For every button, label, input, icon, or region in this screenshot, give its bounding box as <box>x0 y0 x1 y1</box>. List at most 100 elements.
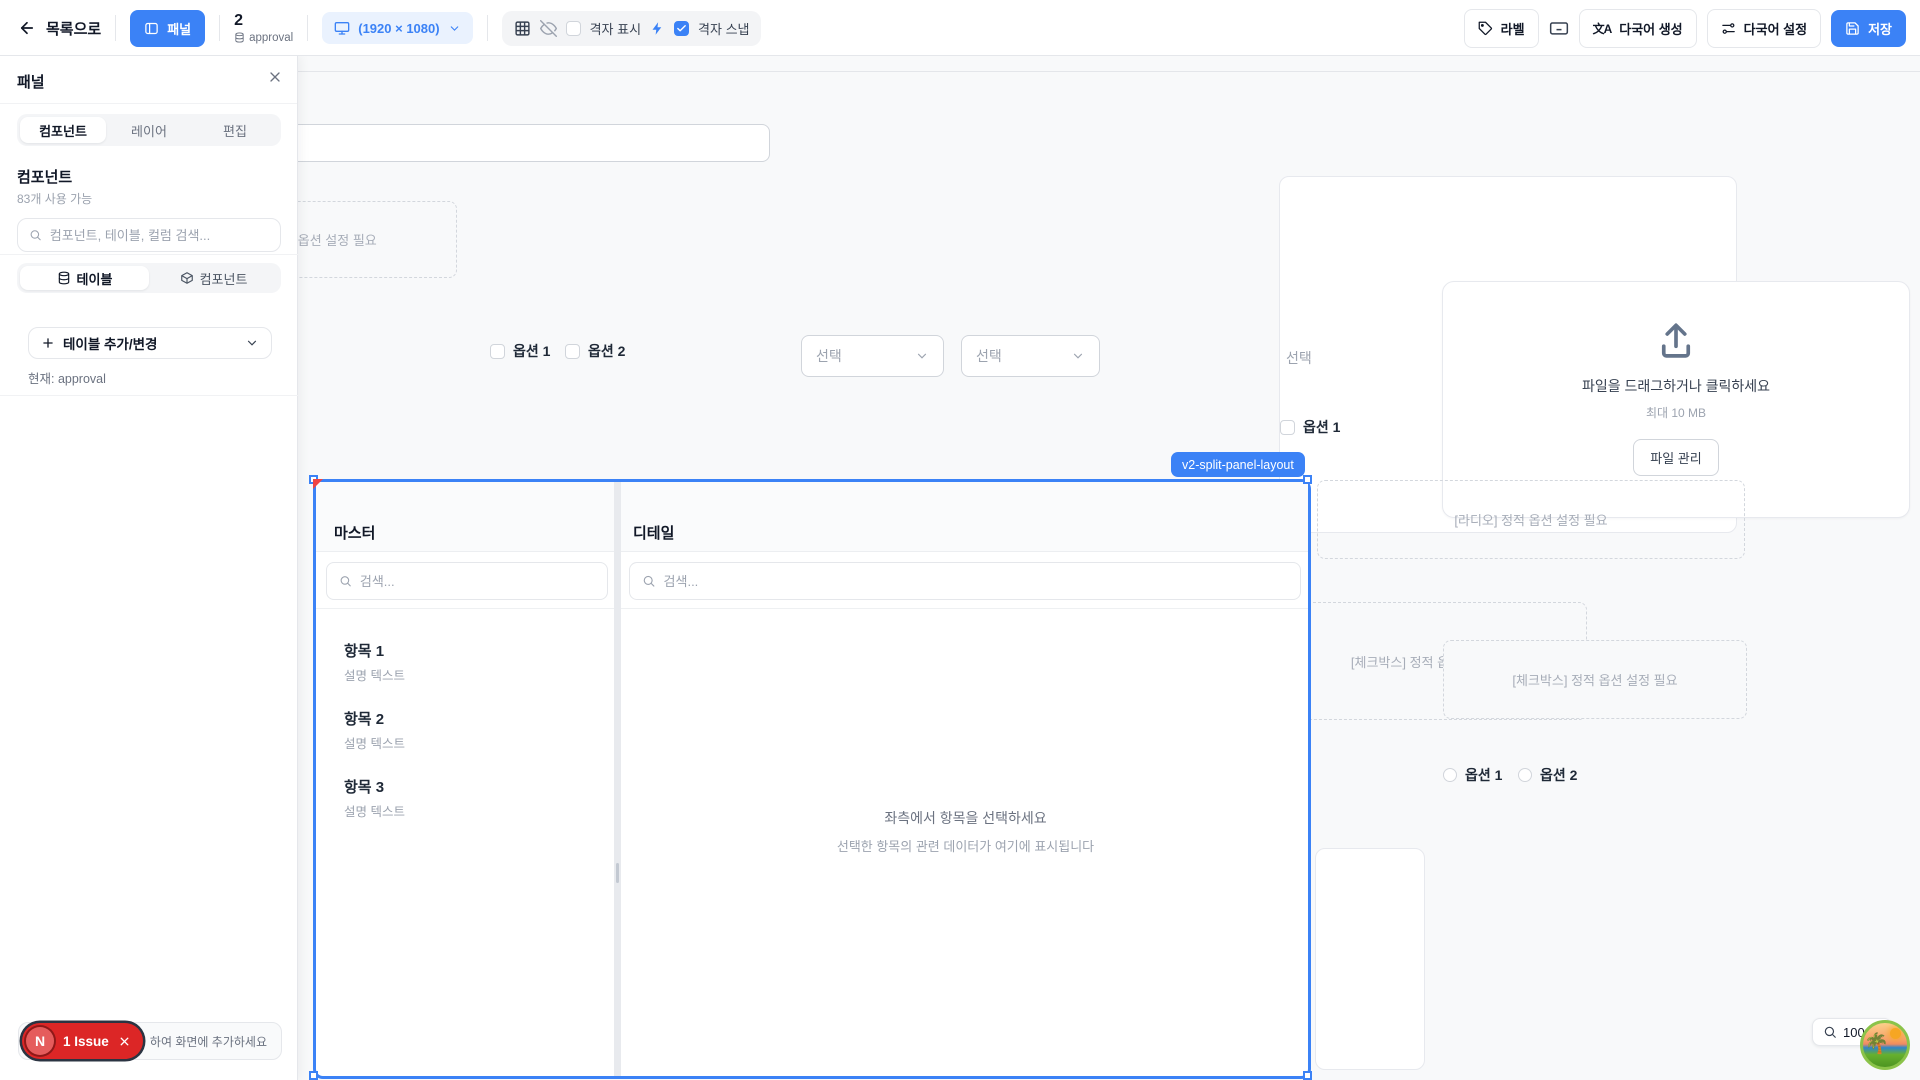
placeholder-text: [라디오] 정적 옵션 설정 필요 <box>1454 510 1607 529</box>
master-search-field[interactable] <box>360 574 595 589</box>
chevron-down-icon <box>1071 349 1085 363</box>
drag-hint-text: 하여 화면에 추가하세요 <box>150 1033 267 1050</box>
canvas-placeholder-box-checkbox-b[interactable]: [체크박스] 정적 옵션 설정 필요 <box>1443 640 1747 719</box>
divider <box>316 608 614 609</box>
separator <box>487 15 488 41</box>
radio-circle-icon[interactable] <box>1518 768 1532 782</box>
canvas-select-text[interactable]: 선택 <box>1286 348 1312 368</box>
translate-icon: 文A <box>1593 20 1612 37</box>
split-panel-component[interactable]: 마스터 항목 1 설명 텍스트 항목 2 설명 텍스트 항목 3 설명 텍스트 … <box>313 479 1311 1079</box>
canvas-radio-option1[interactable]: 옵션 1 <box>1443 765 1502 785</box>
chevron-down-icon <box>448 22 461 35</box>
back-to-list-button[interactable]: 목록으로 <box>18 18 101 39</box>
save-icon <box>1845 21 1860 36</box>
checkbox-label: 옵션 2 <box>588 341 625 361</box>
separator <box>115 15 116 41</box>
search-icon <box>339 574 352 588</box>
separator <box>307 15 308 41</box>
master-list-item[interactable]: 항목 2 설명 텍스트 <box>344 708 405 752</box>
checkbox-box-icon[interactable] <box>490 344 505 359</box>
select-placeholder: 선택 <box>816 346 842 366</box>
radio-circle-icon[interactable] <box>1443 768 1457 782</box>
panel-toggle-button[interactable]: 패널 <box>130 10 205 47</box>
panel-tabs: 컴포넌트 레이어 편집 <box>17 114 281 146</box>
close-icon[interactable] <box>267 69 283 85</box>
save-button-label: 저장 <box>1868 19 1892 38</box>
add-table-label: 테이블 추가/변경 <box>63 333 237 353</box>
master-search-input[interactable] <box>326 562 608 600</box>
i18n-settings-label: 다국어 설정 <box>1744 19 1807 38</box>
label-button[interactable]: 라벨 <box>1464 9 1539 48</box>
component-search-field[interactable] <box>50 228 269 243</box>
source-toggle: 테이블 컴포넌트 <box>17 263 281 293</box>
toggle-component[interactable]: 컴포넌트 <box>149 266 278 290</box>
detail-search-input[interactable] <box>629 562 1301 600</box>
selection-handle[interactable] <box>1303 475 1312 484</box>
grid-icon <box>514 20 531 37</box>
upload-title: 파일을 드래그하거나 클릭하세요 <box>1582 376 1770 396</box>
issue-flag-marker <box>313 479 323 489</box>
canvas-radio-option2[interactable]: 옵션 2 <box>1518 765 1577 785</box>
add-table-dropdown[interactable]: 테이블 추가/변경 <box>28 327 272 359</box>
toolbar: 목록으로 패널 2 approval (1920 × 1080) <box>0 0 1920 56</box>
grid-snap-checkbox[interactable] <box>674 21 689 36</box>
tab-layers[interactable]: 레이어 <box>106 117 192 143</box>
master-list-item[interactable]: 항목 1 설명 텍스트 <box>344 640 405 684</box>
sun-icon <box>1890 1028 1901 1039</box>
save-button[interactable]: 저장 <box>1831 10 1906 47</box>
item-desc: 설명 텍스트 <box>344 801 405 820</box>
selection-handle[interactable] <box>1303 1071 1312 1080</box>
component-search-input[interactable] <box>17 218 281 252</box>
tab-edit[interactable]: 편집 <box>192 117 278 143</box>
canvas-select-1[interactable]: 선택 <box>801 335 944 377</box>
checkbox-box-icon[interactable] <box>1280 420 1295 435</box>
resizer-grip-icon <box>616 863 619 883</box>
canvas-checkbox-option2[interactable]: 옵션 2 <box>565 341 625 361</box>
palm-tree-icon: 🌴 <box>1864 1031 1889 1056</box>
toggle-table[interactable]: 테이블 <box>20 266 149 290</box>
selection-handle[interactable] <box>309 1071 318 1080</box>
grid-show-checkbox[interactable] <box>566 21 581 36</box>
arrow-left-icon <box>18 19 36 37</box>
i18n-settings-button[interactable]: 다국어 설정 <box>1707 9 1821 48</box>
checkbox-label: 옵션 1 <box>1303 417 1340 437</box>
canvas-single-checkbox[interactable]: 옵션 1 <box>1280 417 1340 437</box>
close-icon[interactable] <box>118 1035 131 1048</box>
tag-icon <box>1478 21 1493 36</box>
components-panel: 패널 컴포넌트 레이어 편집 컴포넌트 83개 사용 가능 테이블 컴포넌트 <box>0 56 298 1080</box>
placeholder-text: [체크박스] 정적 옵션 설정 필요 <box>1512 670 1677 689</box>
box-icon <box>180 271 194 285</box>
panel-icon <box>144 21 159 36</box>
grid-controls: 격자 표시 격자 스냅 <box>502 11 762 46</box>
detail-header <box>621 482 1308 552</box>
file-manage-button[interactable]: 파일 관리 <box>1633 439 1718 476</box>
checkbox-box-icon[interactable] <box>565 344 580 359</box>
detail-search-field[interactable] <box>664 574 1288 589</box>
canvas-placeholder-box-radio[interactable]: [라디오] 정적 옵션 설정 필요 <box>1317 480 1745 559</box>
island-avatar[interactable]: 🌴 <box>1860 1020 1910 1070</box>
item-desc: 설명 텍스트 <box>344 665 405 684</box>
separator <box>219 15 220 41</box>
master-list-item[interactable]: 항목 3 설명 텍스트 <box>344 776 405 820</box>
canvas-select-2[interactable]: 선택 <box>961 335 1100 377</box>
keyboard-shortcuts-button[interactable] <box>1549 18 1569 38</box>
i18n-generate-button[interactable]: 文A 다국어 생성 <box>1579 9 1697 48</box>
table-name: approval <box>249 32 293 44</box>
issue-badge[interactable]: N 1 Issue <box>22 1023 143 1059</box>
panel-title: 패널 <box>17 71 45 92</box>
canvas-narrow-card[interactable] <box>1315 848 1425 1070</box>
tab-components[interactable]: 컴포넌트 <box>20 117 106 143</box>
lightning-icon <box>650 21 665 36</box>
item-title: 항목 1 <box>344 640 405 661</box>
section-title: 컴포넌트 <box>17 166 72 187</box>
viewport-size-dropdown[interactable]: (1920 × 1080) <box>322 12 472 44</box>
canvas-checkbox-option1[interactable]: 옵션 1 <box>490 341 550 361</box>
database-icon <box>57 271 71 285</box>
upload-icon <box>1655 320 1697 362</box>
detail-title: 디테일 <box>633 522 674 543</box>
component-tag-badge: v2-split-panel-layout <box>1171 452 1305 477</box>
split-resizer[interactable] <box>614 482 621 1076</box>
radio-label: 옵션 1 <box>1465 765 1502 785</box>
canvas-frame-line <box>298 71 1920 72</box>
page-info: 2 approval <box>234 13 293 44</box>
